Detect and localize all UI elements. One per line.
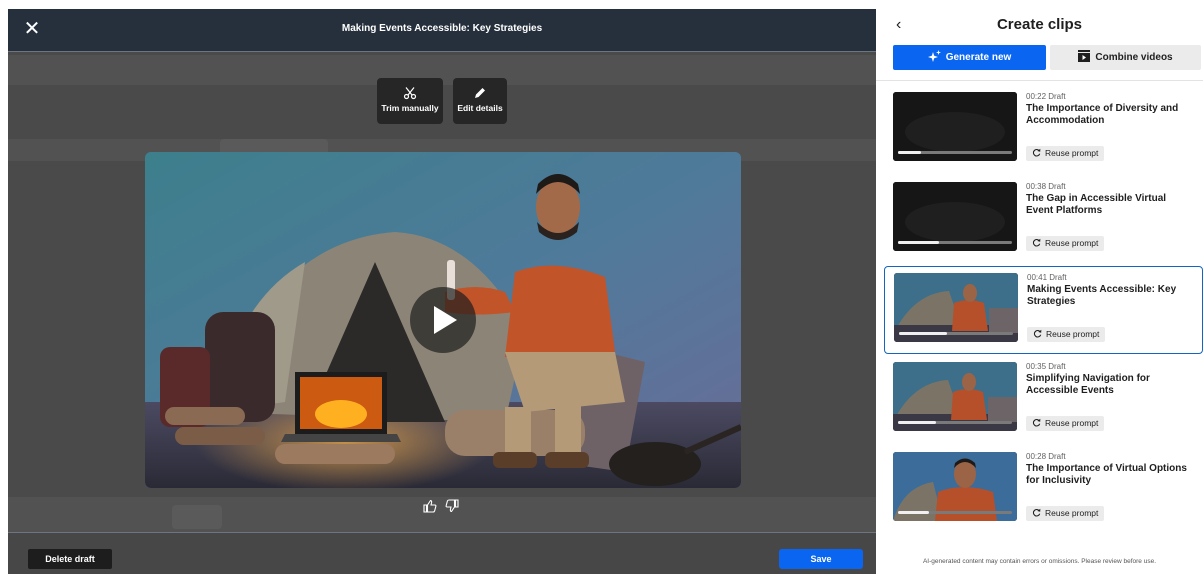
pencil-icon [475,88,485,98]
play-icon [434,306,457,334]
combine-videos-button[interactable]: Combine videos [1050,45,1201,70]
edit-details-label: Edit details [457,103,503,113]
clip-meta: 00:22 Draft [1026,92,1066,101]
feedback-controls [422,498,462,514]
editor-footer: Delete draft Save [8,532,876,574]
clip-progress-fill [898,511,929,514]
clip-progress-bar [898,421,1012,424]
reuse-prompt-label: Reuse prompt [1045,418,1099,428]
clip-editor: ✕ Making Events Accessible: Key Strategi… [8,9,876,574]
clip-title: Making Events Accessible: Key Strategies [1027,284,1177,307]
clip-meta: 00:41 Draft [1027,273,1067,282]
clip-title: The Importance of Diversity and Accommod… [1026,103,1179,126]
clip-progress-fill [899,332,947,335]
clip-progress-bar [898,151,1012,154]
generate-new-button[interactable]: Generate new [893,45,1046,70]
background-ghost [172,505,222,529]
reuse-prompt-button[interactable]: Reuse prompt [1026,506,1105,521]
clip-progress-fill [898,151,921,154]
edit-details-button[interactable]: Edit details [453,78,507,124]
trim-manually-label: Trim manually [381,103,439,113]
clip-item[interactable]: 00:38 Draft The Gap in Accessible Virtual… [884,176,1203,264]
sparkle-icon [927,49,941,62]
clip-thumbnail[interactable] [893,452,1017,521]
clip-item[interactable]: 00:35 Draft Simplifying Navigation for Ac… [884,356,1203,444]
save-button[interactable]: Save [779,549,863,569]
refresh-icon [1032,508,1041,517]
clip-meta: 00:35 Draft [1026,362,1066,371]
reuse-prompt-label: Reuse prompt [1045,508,1099,518]
clip-thumbnail[interactable] [893,362,1017,431]
combine-videos-label: Combine videos [1095,52,1173,63]
clip-item[interactable]: 00:28 Draft The Importance of Virtual Opt… [884,446,1203,534]
clip-item[interactable]: 00:22 Draft The Importance of Diversity a… [884,86,1203,174]
clip-progress-bar [898,241,1012,244]
reuse-prompt-button[interactable]: Reuse prompt [1026,416,1105,431]
reuse-prompt-label: Reuse prompt [1045,238,1099,248]
refresh-icon [1032,148,1041,157]
clip-title: The Importance of Virtual Options for In… [1026,463,1187,486]
video-player[interactable] [145,152,741,488]
reuse-prompt-label: Reuse prompt [1046,329,1100,339]
clip-thumbnail[interactable] [894,273,1018,342]
clip-meta: 00:38 Draft [1026,182,1066,191]
trim-manually-button[interactable]: Trim manually [377,78,443,124]
clip-title: Simplifying Navigation for Accessible Ev… [1026,373,1150,396]
reuse-prompt-label: Reuse prompt [1045,148,1099,158]
reuse-prompt-button[interactable]: Reuse prompt [1027,327,1106,342]
panel-title: Create clips [996,16,1083,33]
clip-progress-bar [898,511,1012,514]
editor-header: ✕ Making Events Accessible: Key Strategi… [8,9,876,52]
clip-item[interactable]: 00:41 Draft Making Events Accessible: Key… [884,266,1203,354]
create-clips-panel: ‹ Create clips Generate new Combine vide… [876,0,1203,574]
clip-meta: 00:28 Draft [1026,452,1066,461]
thumbs-down-icon[interactable] [444,498,460,514]
video-stack-icon [1078,50,1091,63]
clip-thumbnail[interactable] [893,92,1017,161]
clip-thumbnail[interactable] [893,182,1017,251]
delete-draft-button[interactable]: Delete draft [28,549,112,569]
clip-progress-fill [898,421,936,424]
reuse-prompt-button[interactable]: Reuse prompt [1026,236,1105,251]
scissors-icon [403,87,417,100]
divider [876,80,1203,81]
reuse-prompt-button[interactable]: Reuse prompt [1026,146,1105,161]
thumbs-up-icon[interactable] [422,498,438,514]
play-button[interactable] [410,287,476,353]
refresh-icon [1032,418,1041,427]
clip-progress-fill [898,241,940,244]
refresh-icon [1032,238,1041,247]
generate-new-label: Generate new [945,52,1012,63]
clip-progress-bar [899,332,1013,335]
clip-title: The Gap in Accessible Virtual Event Plat… [1026,193,1167,216]
ai-disclaimer: AI-generated content may contain errors … [922,558,1157,565]
clip-title: Making Events Accessible: Key Strategies [341,23,543,34]
refresh-icon [1033,329,1042,338]
